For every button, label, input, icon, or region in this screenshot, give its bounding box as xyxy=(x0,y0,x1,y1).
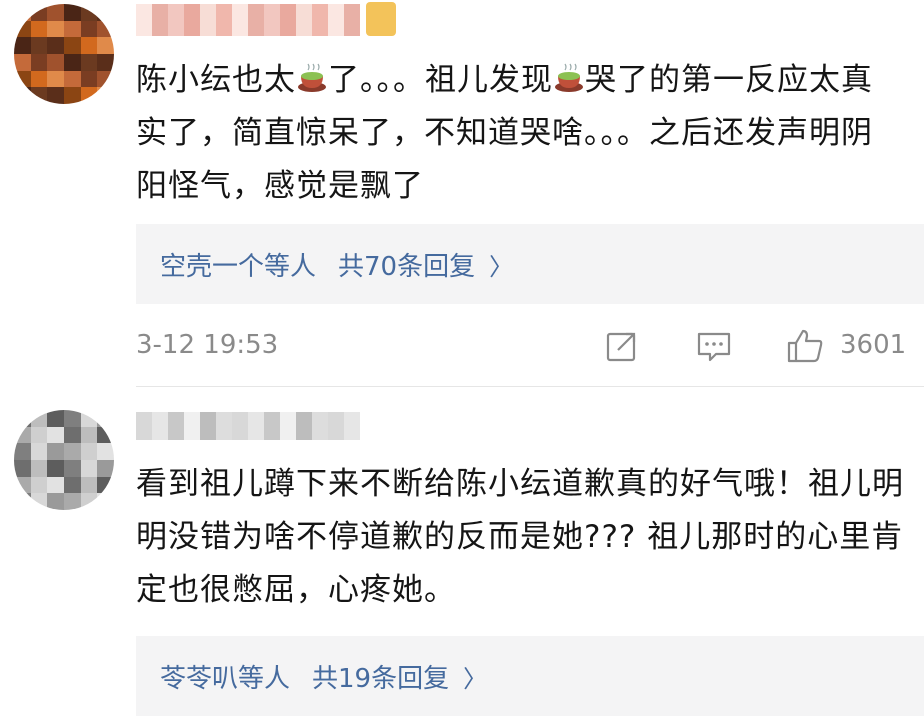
chevron-right-icon: 〉 xyxy=(463,664,488,693)
comment-icon[interactable] xyxy=(696,328,732,368)
username-blurred[interactable] xyxy=(136,412,360,440)
comment-meta: 3-12 19:53 3601 xyxy=(136,326,924,366)
divider xyxy=(136,386,924,387)
reply-names[interactable]: 空壳一个等人 xyxy=(160,246,316,283)
comment-item: 看到祖儿蹲下来不断给陈小纭道歉真的好气哦！祖儿明明没错为啥不停道歉的反而是她??… xyxy=(0,388,924,718)
reply-count[interactable]: 共70条回复 xyxy=(338,246,475,283)
tea-cup-icon xyxy=(296,58,328,92)
like-count: 3601 xyxy=(840,330,907,360)
vip-badge-icon xyxy=(366,2,396,36)
thumbs-up-icon[interactable] xyxy=(786,328,826,368)
comment-text: 看到祖儿蹲下来不断给陈小纭道歉真的好气哦！祖儿明明没错为啥不停道歉的反而是她??… xyxy=(136,466,904,608)
avatar[interactable] xyxy=(14,410,114,510)
timestamp: 3-12 19:53 xyxy=(136,330,279,360)
username-blurred[interactable] xyxy=(136,4,360,36)
comment-text: 陈小纭也太 了。。。祖儿发现 哭了的第一反应太真实了，简直惊呆了，不知道哭啥。。。之… xyxy=(136,54,904,213)
share-icon[interactable] xyxy=(604,328,640,368)
chevron-right-icon: 〉 xyxy=(489,252,514,281)
avatar[interactable] xyxy=(14,4,114,104)
tea-cup-icon xyxy=(553,58,585,92)
reply-summary[interactable]: 空壳一个等人 共70条回复 〉 xyxy=(136,224,924,304)
reply-names[interactable]: 苓苓叭等人 xyxy=(160,658,290,695)
reply-summary[interactable]: 苓苓叭等人 共19条回复 〉 xyxy=(136,636,924,716)
reply-count[interactable]: 共19条回复 xyxy=(312,658,449,695)
comment-item: 陈小纭也太 了。。。祖儿发现 哭了的第一反应太真实了，简直惊呆了，不知道哭啥。。。之… xyxy=(0,0,924,388)
